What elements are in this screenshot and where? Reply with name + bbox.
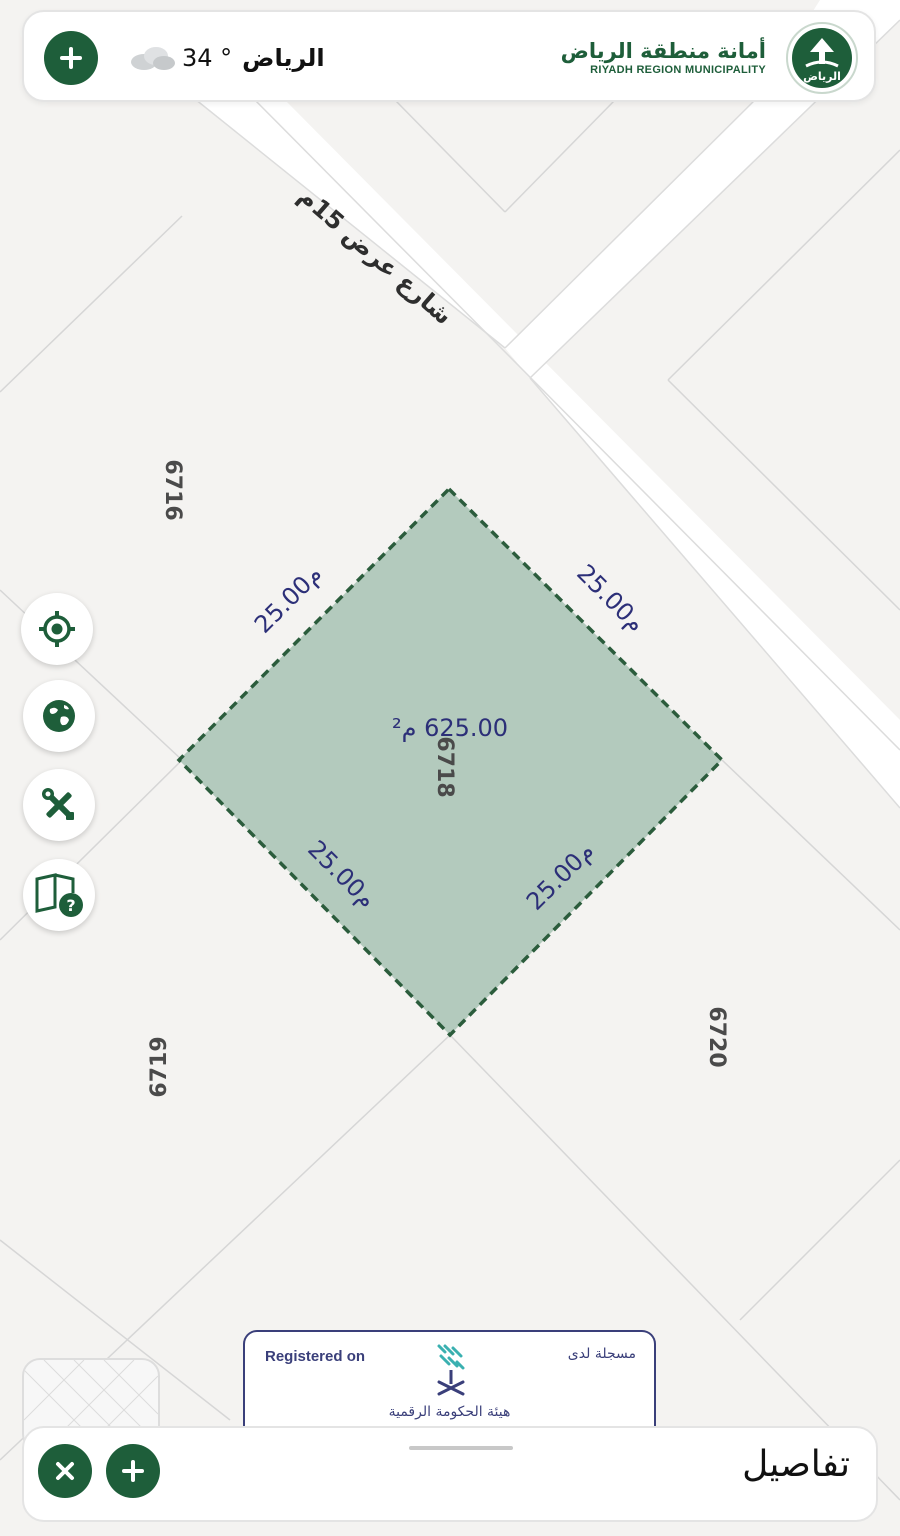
temperature: 34 ° [182,44,233,72]
tools-button[interactable] [23,769,95,841]
municipality-english-name: RIYADH REGION MUNICIPALITY [590,64,766,76]
municipality-arabic-name: أمانة منطقة الرياض [560,39,766,63]
crosshair-icon [39,611,75,647]
top-header: 34 ° الرياض أمانة منطقة الرياض RIYADH RE… [22,10,876,102]
close-icon [56,1462,74,1480]
details-title: تفاصيل [742,1444,850,1485]
municipality-name: أمانة منطقة الرياض RIYADH REGION MUNICIP… [561,38,766,76]
parcel-number-6720: 6720 [704,1006,729,1067]
registered-on-label: Registered on [265,1348,366,1365]
guide-help-icon: ? [35,873,83,917]
logo-seal-text: الرياض [803,70,841,83]
basemap-button[interactable] [23,680,95,752]
map-canvas[interactable]: شارع عرض 15م 25.00م 25.00م 25.00م 25.00م… [0,0,900,1536]
parcel-number-main: 6718 [432,736,457,797]
parcel-number-6719: 6719 [147,1036,172,1097]
plus-icon [60,47,82,69]
parcel-number-6716: 6716 [160,459,185,520]
tools-icon [42,788,74,820]
weather-widget: 34 ° الرياض [128,40,325,76]
registered-on-panel[interactable]: Registered on مسجلة لدى هيئة الحكومة الر… [243,1330,656,1440]
add-to-list-button[interactable] [106,1444,160,1498]
registered-on-arabic-label: مسجلة لدى [567,1346,636,1362]
digital-government-logo [437,1344,465,1396]
municipality-logo: الرياض [786,22,858,94]
cloud-icon [131,47,175,70]
digital-government-authority-name: هيئة الحكومة الرقمية [388,1404,511,1420]
city-name: الرياض [242,44,325,72]
guide-help-button[interactable]: ? [23,859,95,931]
sheet-grabber-handle[interactable] [409,1446,513,1450]
globe-icon [43,700,75,732]
svg-text:?: ? [66,896,75,915]
details-bottom-sheet[interactable]: تفاصيل [22,1426,878,1522]
plus-icon [122,1460,144,1482]
close-button[interactable] [38,1444,92,1498]
locate-me-button[interactable] [21,593,93,665]
add-button[interactable] [44,31,98,85]
